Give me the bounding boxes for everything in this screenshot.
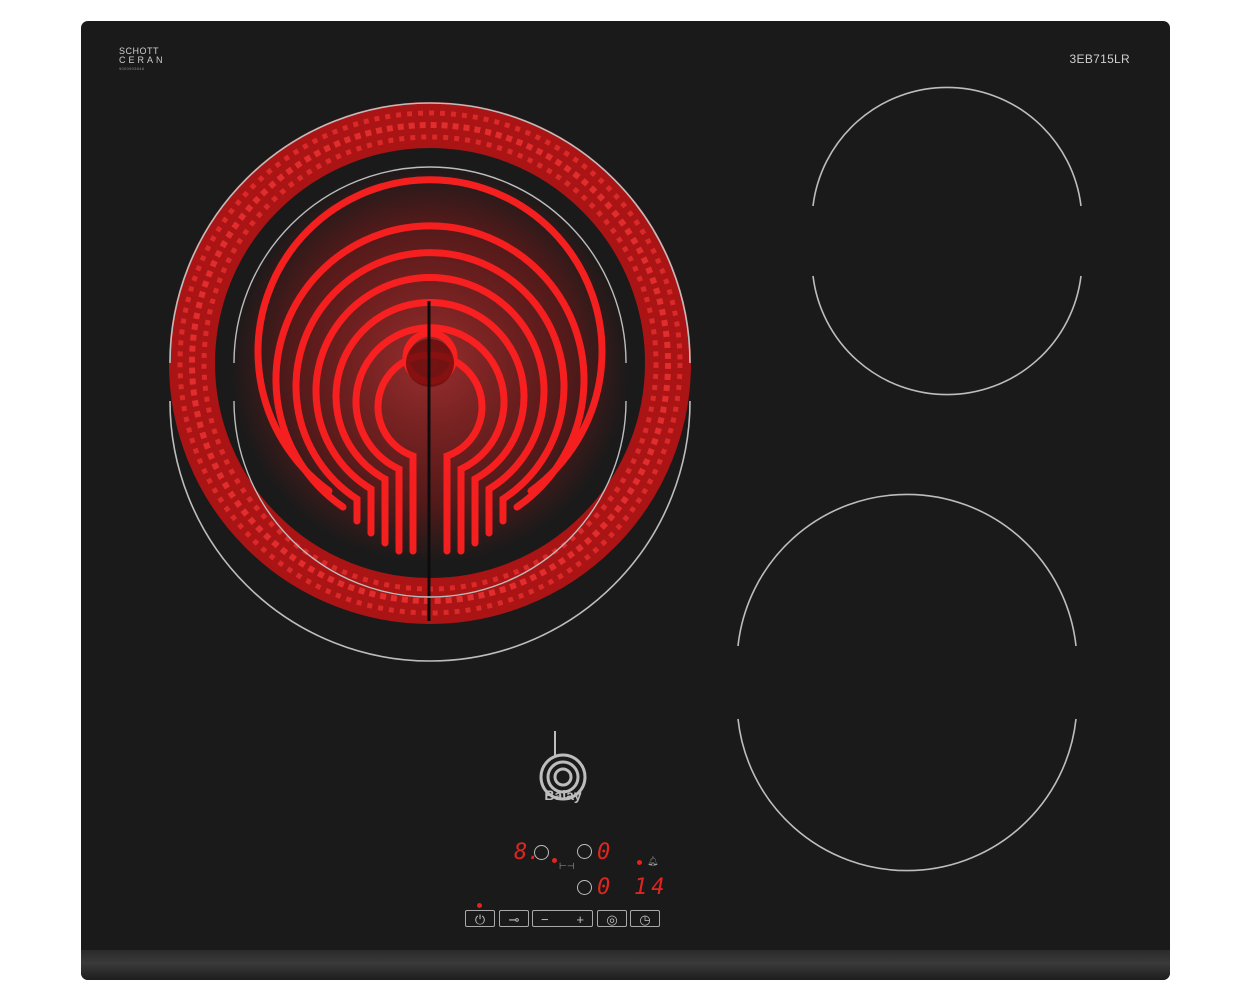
key-icon: ⊸ — [508, 912, 520, 927]
brand-name: Balay — [544, 787, 582, 803]
rear-right-zone[interactable] — [812, 86, 1082, 396]
bell-icon: 🔔︎ — [647, 856, 659, 866]
child-lock-button[interactable]: ⊸ — [499, 910, 529, 927]
clock-icon: ◷ — [639, 912, 651, 927]
cooktop-frame-edge — [81, 950, 1170, 980]
minus-button[interactable]: − — [541, 911, 549, 928]
display-value-top: 0 — [597, 840, 611, 865]
ceramic-cooktop: SCHOTT CERAN 9000903848 3EB715LR Balay 8… — [81, 21, 1170, 980]
dual-zone-indicator-icon — [534, 845, 549, 860]
front-left-zone-active[interactable] — [169, 102, 691, 662]
minus-plus-control: − + — [532, 910, 593, 927]
power-button[interactable]: ⏻ — [465, 910, 495, 927]
timer-minutes: 14 — [634, 875, 669, 900]
plus-button[interactable]: + — [576, 911, 584, 928]
zone-indicator-bottom-icon — [577, 880, 592, 895]
indicator-dot — [552, 858, 557, 863]
display-value-bottom: 0 — [597, 875, 611, 900]
link-icon: ⊢⊣ — [559, 861, 575, 871]
power-indicator-dot — [477, 903, 482, 908]
dual-zone-icon: ◎ — [606, 912, 618, 927]
timer-button[interactable]: ◷ — [630, 910, 660, 927]
cooking-zones — [169, 86, 1082, 872]
front-right-zone[interactable] — [737, 493, 1077, 872]
power-icon: ⏻ — [474, 912, 486, 927]
zone-extension-button[interactable]: ◎ — [597, 910, 627, 927]
timer-indicator-dot — [637, 860, 642, 865]
zone-indicator-top-icon — [577, 844, 592, 859]
